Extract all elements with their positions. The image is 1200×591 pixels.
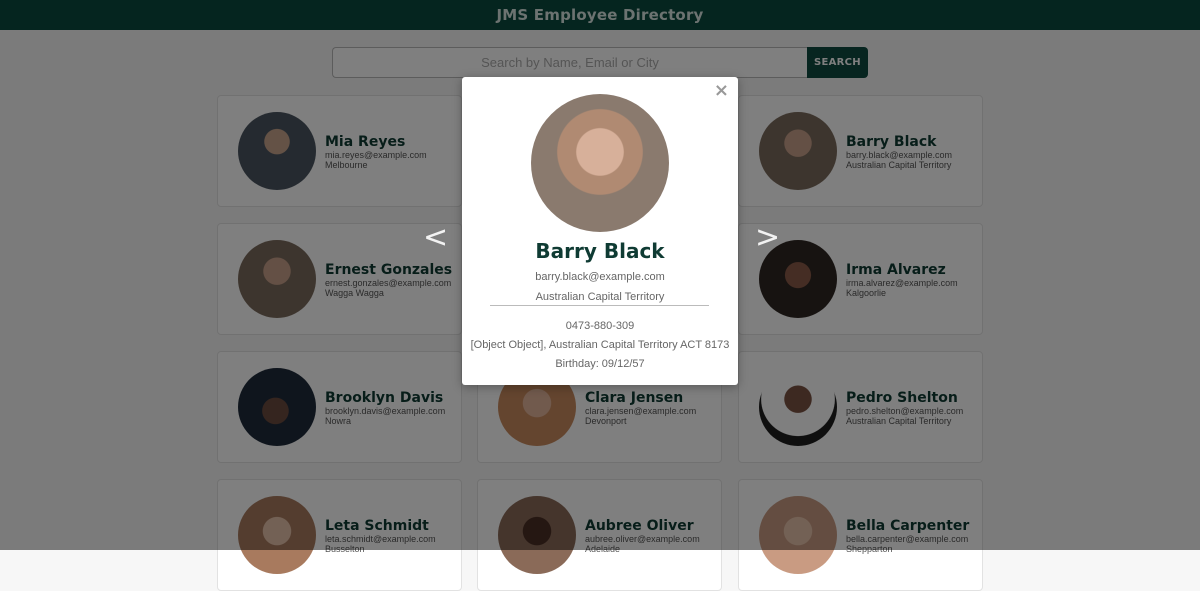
close-icon[interactable]: ×: [714, 80, 729, 101]
modal-employee-phone: 0473-880-309: [565, 320, 635, 332]
employee-modal: × Barry Black barry.black@example.com Au…: [462, 77, 738, 385]
employee-photo: [531, 94, 669, 232]
modal-employee-name: Barry Black: [535, 239, 665, 263]
modal-employee-email: barry.black@example.com: [535, 271, 665, 283]
prev-employee-button[interactable]: <: [423, 220, 448, 255]
modal-employee-birthday: Birthday: 09/12/57: [555, 358, 645, 370]
modal-divider: [490, 305, 709, 306]
modal-employee-city: Australian Capital Territory: [535, 291, 665, 303]
modal-employee-address: [Object Object], Australian Capital Terr…: [470, 339, 730, 351]
next-employee-button[interactable]: >: [755, 220, 780, 255]
